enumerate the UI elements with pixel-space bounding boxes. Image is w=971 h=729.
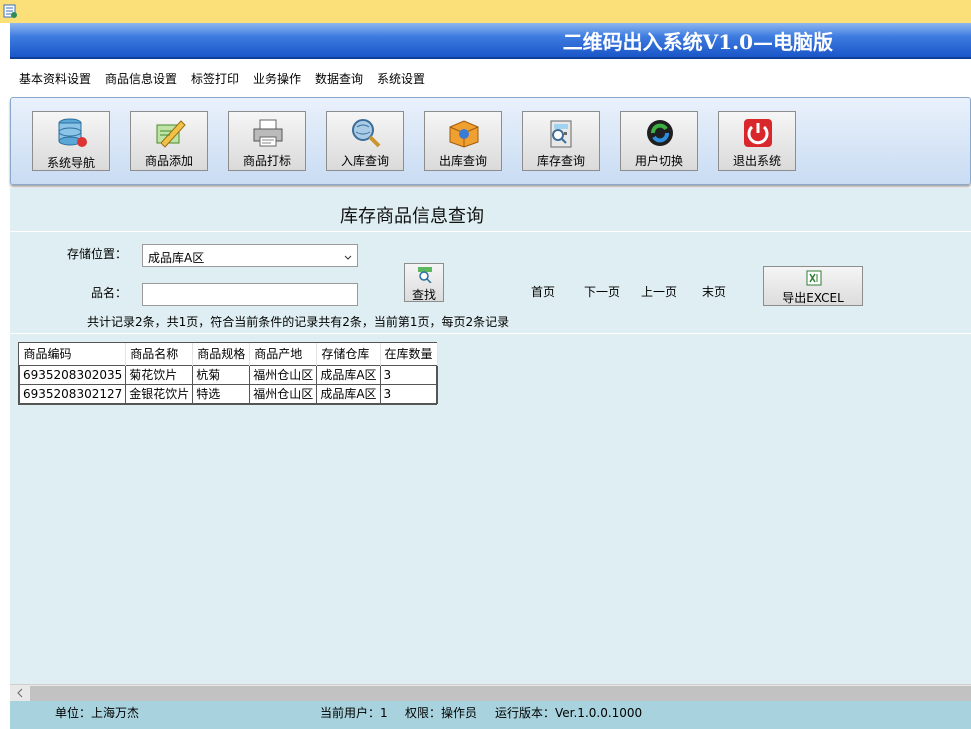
chevron-left-icon[interactable] (14, 687, 26, 699)
table-cell[interactable]: 菊花饮片 (125, 364, 194, 385)
table-row[interactable]: 6935208302127 金银花饮片 特选 福州仓山区 成品库A区 3 (18, 383, 438, 404)
switch-user-button-label: 用户切换 (634, 154, 683, 168)
table-cell[interactable]: 福州仓山区 (249, 383, 318, 404)
pager-last[interactable]: 末页 (702, 283, 726, 300)
add-product-button-label: 商品添加 (144, 154, 193, 168)
table-cell[interactable]: 6935208302035 (18, 364, 127, 385)
window-titlebar (0, 0, 971, 23)
scrollbar-thumb[interactable] (30, 686, 971, 701)
exit-button-label: 退出系统 (732, 154, 781, 168)
banner: 二维码出入系统V1.0—电脑版 (10, 23, 971, 59)
export-excel-button[interactable]: 导出EXCEL (763, 266, 863, 306)
find-button[interactable]: 查找 (404, 263, 444, 302)
menu-item-system-settings[interactable]: 系统设置 (377, 70, 425, 87)
label-print-button-label: 商品打标 (242, 154, 291, 168)
inbound-query-button-label: 入库查询 (340, 154, 389, 168)
search-icon (417, 267, 433, 284)
inventory-query-button[interactable]: 库存查询 (522, 111, 600, 171)
printer-icon (251, 117, 285, 149)
chevron-down-icon (344, 251, 352, 260)
left-strip (0, 23, 10, 729)
label-print-button[interactable]: 商品打标 (228, 111, 306, 171)
location-label: 存储位置： (67, 247, 128, 261)
inventory-query-button-label: 库存查询 (536, 154, 585, 168)
calculator-search-icon (545, 117, 579, 149)
pager-first[interactable]: 首页 (531, 283, 555, 300)
table-cell[interactable]: 成品库A区 (316, 383, 381, 404)
pager-prev[interactable]: 上一页 (641, 283, 677, 300)
table-cell[interactable]: 成品库A区 (316, 364, 381, 385)
nav-button[interactable]: 系统导航 (32, 111, 110, 171)
menu-bar: 基本资料设置 商品信息设置 标签打印 业务操作 数据查询 系统设置 (10, 61, 971, 95)
status-permission: 权限：操作员 (405, 706, 478, 720)
menu-item-business[interactable]: 业务操作 (253, 70, 301, 87)
menu-item-basic-settings[interactable]: 基本资料设置 (19, 70, 91, 87)
switch-user-button[interactable]: 用户切换 (620, 111, 698, 171)
status-unit: 单位：上海万杰 (55, 706, 140, 720)
exit-button[interactable]: 退出系统 (718, 111, 796, 171)
app-icon[interactable] (2, 3, 18, 19)
switch-user-icon (643, 117, 677, 149)
inventory-grid[interactable]: 商品编码 商品名称 商品规格 商品产地 存储仓库 在库数量 6935208302… (18, 342, 438, 405)
find-button-label: 查找 (411, 288, 436, 302)
table-cell[interactable]: 3 (379, 383, 438, 404)
name-label: 品名： (91, 286, 128, 300)
table-cell[interactable]: 特选 (192, 383, 251, 404)
table-cell[interactable]: 3 (379, 364, 438, 385)
box-icon (447, 117, 481, 149)
menu-item-data-query[interactable]: 数据查询 (315, 70, 363, 87)
location-select-value: 成品库A区 (148, 251, 205, 265)
divider (10, 333, 971, 334)
export-excel-button-label: 导出EXCEL (782, 291, 844, 305)
name-input[interactable] (142, 283, 358, 306)
column-header[interactable]: 商品产地 (249, 343, 318, 365)
column-header[interactable]: 存储仓库 (316, 343, 381, 365)
location-select[interactable]: 成品库A区 (142, 244, 358, 267)
record-summary: 共计记录2条，共1页，符合当前条件的记录共有2条，当前第1页，每页2条记录 (87, 315, 510, 329)
table-cell[interactable]: 杭菊 (192, 364, 251, 385)
status-current-user: 当前用户：1 (320, 706, 388, 720)
power-icon (741, 117, 775, 149)
status-bar: 单位：上海万杰 当前用户：1 权限：操作员 运行版本：Ver.1.0.0.100… (10, 701, 971, 729)
outbound-query-button[interactable]: 出库查询 (424, 111, 502, 171)
menu-item-product-settings[interactable]: 商品信息设置 (105, 70, 177, 87)
table-row[interactable]: 6935208302035 菊花饮片 杭菊 福州仓山区 成品库A区 3 (18, 364, 438, 385)
excel-icon (806, 270, 822, 286)
column-header[interactable]: 在库数量 (380, 343, 438, 365)
menu-item-label-print[interactable]: 标签打印 (191, 70, 239, 87)
banner-title: 二维码出入系统V1.0—电脑版 (562, 30, 833, 54)
table-cell[interactable]: 福州仓山区 (249, 364, 318, 385)
toolbar: 系统导航 商品添加 商品打标 入库查询 出库查询 库存查询 用户切换 退出系统 (10, 97, 971, 185)
edit-pencil-icon (153, 117, 187, 149)
divider (10, 231, 971, 232)
grid-header-row: 商品编码 商品名称 商品规格 商品产地 存储仓库 在库数量 (19, 343, 438, 365)
add-product-button[interactable]: 商品添加 (130, 111, 208, 171)
inbound-query-button[interactable]: 入库查询 (326, 111, 404, 171)
column-header[interactable]: 商品编码 (19, 343, 127, 365)
table-cell[interactable]: 6935208302127 (18, 383, 127, 404)
page-title: 库存商品信息查询 (340, 206, 484, 227)
horizontal-scrollbar[interactable] (10, 684, 971, 701)
column-header[interactable]: 商品名称 (125, 343, 194, 365)
column-header[interactable]: 商品规格 (192, 343, 251, 365)
pager-next[interactable]: 下一页 (584, 283, 620, 300)
outbound-query-button-label: 出库查询 (438, 154, 487, 168)
magnifier-globe-icon (349, 117, 383, 149)
table-cell[interactable]: 金银花饮片 (125, 383, 194, 404)
status-version: 运行版本：Ver.1.0.0.1000 (495, 706, 643, 720)
database-icon (55, 117, 89, 149)
content-area: 库存商品信息查询 存储位置： 成品库A区 品名： 查找 首页 下一页 上一页 末… (10, 188, 971, 684)
nav-button-label: 系统导航 (46, 156, 95, 170)
